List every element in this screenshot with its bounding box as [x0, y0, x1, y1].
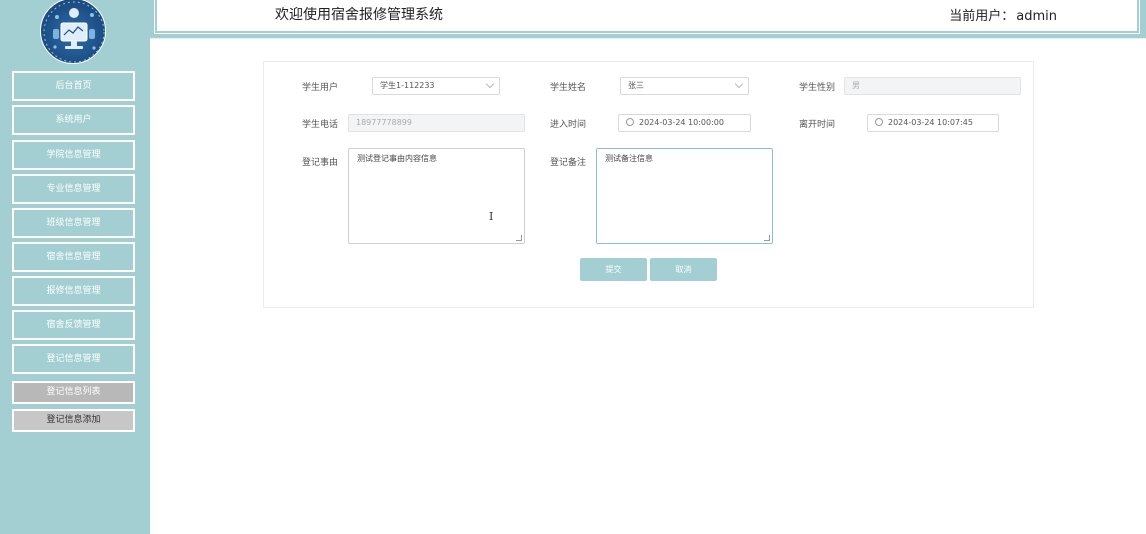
- sidebar-item-college[interactable]: 学院信息管理: [12, 140, 135, 170]
- remark-textarea[interactable]: 测试备注信息: [596, 148, 773, 244]
- current-user-name: admin: [1016, 9, 1057, 24]
- header-divider: [150, 38, 1146, 39]
- sidebar: 后台首页 系统用户 学院信息管理 专业信息管理 班级信息管理 宿舍信息管理 报修…: [0, 0, 150, 534]
- leave-time-value: 2024-03-24 10:07:45: [888, 118, 973, 127]
- reason-value: 测试登记事由内容信息: [357, 154, 437, 163]
- clock-icon: [626, 118, 634, 126]
- resize-handle-icon[interactable]: [516, 235, 522, 241]
- leave-time-label: 离开时间: [799, 120, 836, 130]
- current-user: 当前用户： admin: [949, 5, 1057, 24]
- resize-handle-icon[interactable]: [764, 235, 770, 241]
- student-name-select[interactable]: 张三: [620, 77, 749, 95]
- cancel-button[interactable]: 取消: [650, 258, 717, 281]
- student-phone-value: 18977778899: [356, 118, 412, 127]
- sidebar-item-repair[interactable]: 报修信息管理: [12, 276, 135, 306]
- sidebar-item-major[interactable]: 专业信息管理: [12, 174, 135, 204]
- header-bar: 欢迎使用宿舍报修管理系统 当前用户： admin: [150, 0, 1146, 38]
- student-user-value: 学生1-112233: [380, 81, 435, 90]
- clock-icon: [875, 118, 883, 126]
- chevron-down-icon: [485, 79, 495, 89]
- chevron-down-icon: [734, 79, 744, 89]
- system-title: 欢迎使用宿舍报修管理系统: [275, 7, 443, 23]
- student-phone-field: 18977778899: [348, 114, 525, 132]
- sidebar-item-registration[interactable]: 登记信息管理: [12, 344, 135, 374]
- student-name-label: 学生姓名: [550, 83, 587, 93]
- enter-time-value: 2024-03-24 10:00:00: [639, 118, 724, 127]
- student-user-select[interactable]: 学生1-112233: [372, 77, 500, 95]
- sidebar-item-dormitory[interactable]: 宿舍信息管理: [12, 242, 135, 272]
- student-gender-label: 学生性别: [799, 83, 836, 93]
- remark-label: 登记备注: [550, 158, 587, 168]
- sidebar-subitem-registration-list[interactable]: 登记信息列表: [12, 381, 135, 404]
- avatar: [40, 0, 106, 64]
- sidebar-item-home[interactable]: 后台首页: [12, 71, 135, 101]
- leave-time-picker[interactable]: 2024-03-24 10:07:45: [867, 114, 999, 132]
- text-cursor-icon: I: [489, 210, 494, 223]
- reason-label: 登记事由: [302, 158, 339, 168]
- remark-value: 测试备注信息: [605, 154, 653, 163]
- sidebar-item-class[interactable]: 班级信息管理: [12, 208, 135, 238]
- sidebar-item-system-users[interactable]: 系统用户: [12, 105, 135, 135]
- student-user-label: 学生用户: [302, 83, 339, 93]
- sidebar-item-feedback[interactable]: 宿舍反馈管理: [12, 310, 135, 340]
- current-user-prefix: 当前用户：: [949, 9, 1015, 24]
- student-gender-field: 男: [844, 77, 1021, 95]
- enter-time-picker[interactable]: 2024-03-24 10:00:00: [618, 114, 751, 132]
- submit-button[interactable]: 提交: [580, 258, 647, 281]
- student-name-value: 张三: [628, 81, 644, 90]
- student-phone-label: 学生电话: [302, 120, 339, 130]
- student-gender-value: 男: [852, 81, 860, 90]
- enter-time-label: 进入时间: [550, 120, 587, 130]
- reason-textarea[interactable]: 测试登记事由内容信息: [348, 148, 525, 244]
- header-panel: 欢迎使用宿舍报修管理系统 当前用户： admin: [154, 0, 1140, 34]
- sidebar-subitem-registration-add[interactable]: 登记信息添加: [12, 409, 135, 432]
- robot-monitor-icon: [43, 1, 105, 63]
